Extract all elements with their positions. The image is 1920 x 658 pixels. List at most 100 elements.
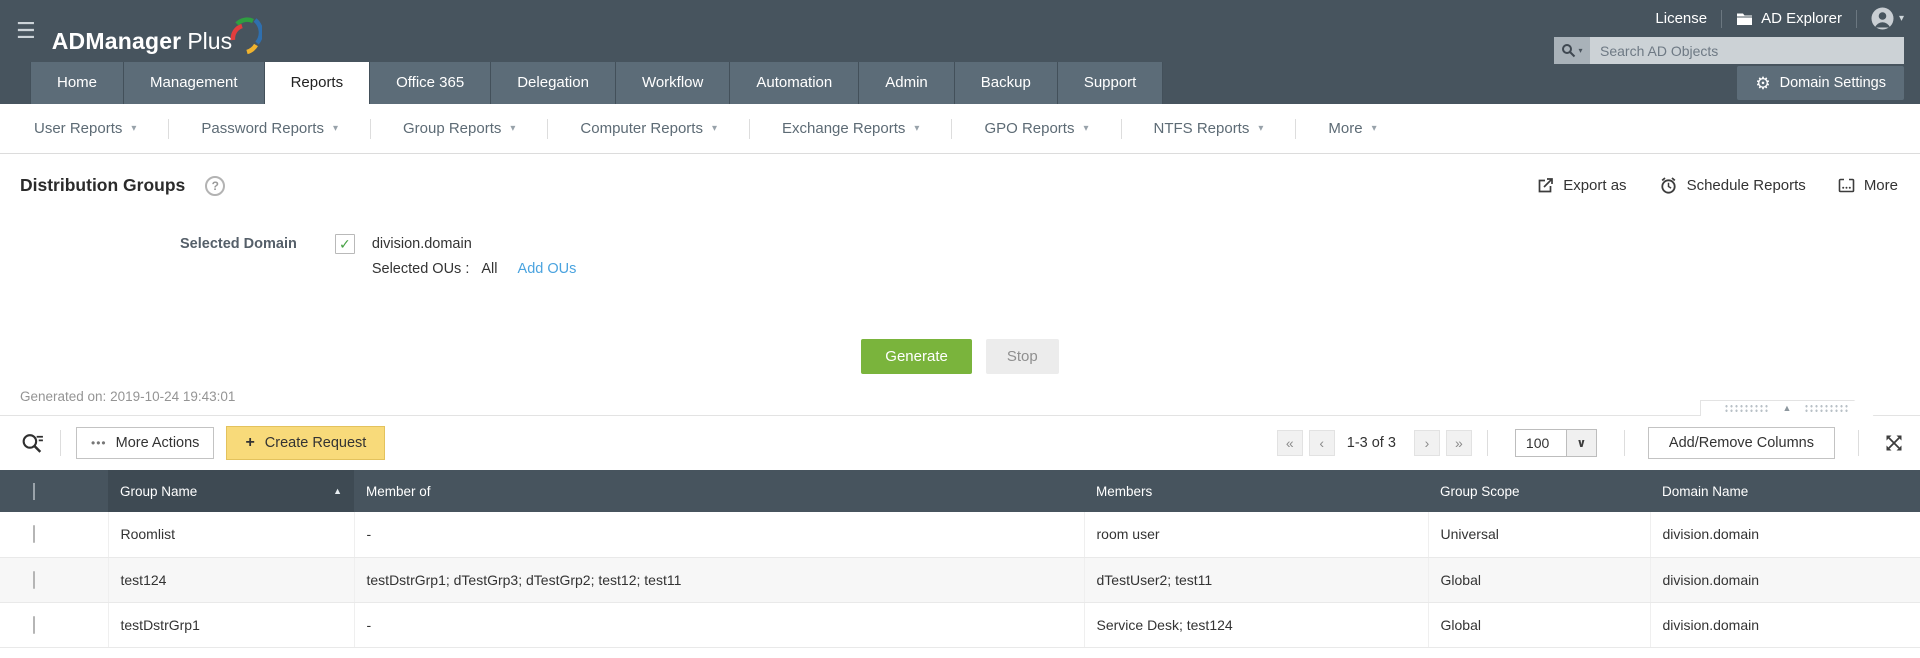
cell-group-scope: Global — [1428, 557, 1650, 602]
table-row[interactable]: testDstrGrp1 - Service Desk; test124 Glo… — [0, 602, 1920, 647]
subnav-group-reports[interactable]: Group Reports ▾ — [371, 120, 547, 137]
chevron-down-icon: ∨ — [1567, 429, 1597, 457]
logo-swirl-icon — [226, 13, 262, 55]
first-page-button[interactable]: « — [1277, 430, 1303, 456]
chevron-down-icon: ▾ — [1578, 46, 1582, 55]
more-menu-button[interactable]: More — [1838, 177, 1898, 194]
header-select-all — [0, 470, 108, 512]
cell-group-name: testDstrGrp1 — [108, 602, 354, 647]
ellipsis-icon: ••• — [91, 436, 107, 450]
tab-office-365[interactable]: Office 365 — [370, 62, 491, 104]
subnav-exchange-reports[interactable]: Exchange Reports ▾ — [750, 120, 951, 137]
row-checkbox[interactable] — [33, 571, 35, 589]
search-input[interactable] — [1590, 37, 1904, 64]
tab-workflow[interactable]: Workflow — [616, 62, 730, 104]
header-group-scope[interactable]: Group Scope — [1428, 470, 1650, 512]
app-header: ☰ ADManager Plus License AD Explorer — [0, 0, 1920, 104]
user-menu[interactable]: ▾ — [1871, 7, 1904, 30]
export-as-button[interactable]: Export as — [1537, 177, 1626, 194]
page-size-select[interactable]: 100 ∨ — [1515, 429, 1597, 457]
report-actions: Export as Schedule Reports More — [1537, 176, 1898, 195]
header-group-name[interactable]: Group Name ▲ — [108, 470, 354, 512]
generate-button[interactable]: Generate — [861, 339, 972, 374]
domain-name: division.domain — [372, 234, 577, 255]
chevron-down-icon: ▾ — [333, 123, 338, 134]
last-page-button[interactable]: » — [1446, 430, 1472, 456]
domain-filter: Selected Domain ✓ division.domain Select… — [0, 196, 1920, 277]
subnav-gpo-reports[interactable]: GPO Reports ▾ — [952, 120, 1120, 137]
header-members[interactable]: Members — [1084, 470, 1428, 512]
selected-ous-value: All — [481, 261, 497, 277]
divider — [1624, 430, 1625, 456]
row-checkbox[interactable] — [33, 525, 35, 543]
license-link[interactable]: License — [1655, 10, 1707, 27]
search-scope-button[interactable]: ▾ — [1554, 37, 1590, 64]
domain-settings-button[interactable]: ⚙ Domain Settings — [1737, 66, 1904, 100]
tab-delegation[interactable]: Delegation — [491, 62, 616, 104]
select-all-checkbox[interactable] — [33, 483, 35, 500]
cell-member-of: - — [354, 602, 1084, 647]
table-search-icon[interactable] — [20, 431, 45, 456]
expand-arrows-icon — [1884, 433, 1904, 453]
tab-backup[interactable]: Backup — [955, 62, 1058, 104]
drag-dots-icon — [1724, 404, 1770, 413]
cell-domain-name: division.domain — [1650, 512, 1920, 557]
cell-member-of: testDstrGrp1; dTestGrp3; dTestGrp2; test… — [354, 557, 1084, 602]
tab-automation[interactable]: Automation — [730, 62, 859, 104]
schedule-reports-label: Schedule Reports — [1687, 177, 1806, 194]
table-row[interactable]: Roomlist - room user Universal division.… — [0, 512, 1920, 557]
chevron-down-icon: ▾ — [1258, 123, 1263, 134]
create-request-button[interactable]: + Create Request — [226, 426, 385, 460]
chevron-down-icon: ▾ — [131, 123, 136, 134]
tab-reports[interactable]: Reports — [265, 62, 371, 104]
row-checkbox[interactable] — [33, 616, 35, 634]
collapse-panel-handle[interactable]: ▲ — [1700, 400, 1874, 416]
distribution-groups-table: Group Name ▲ Member of Members Group Sco… — [0, 470, 1920, 648]
cell-members: dTestUser2; test11 — [1084, 557, 1428, 602]
table-row[interactable]: test124 testDstrGrp1; dTestGrp3; dTestGr… — [0, 557, 1920, 602]
add-remove-columns-button[interactable]: Add/Remove Columns — [1648, 427, 1835, 459]
cell-domain-name: division.domain — [1650, 557, 1920, 602]
chevron-down-icon: ▾ — [712, 123, 717, 134]
subnav-user-reports[interactable]: User Reports ▾ — [34, 120, 168, 137]
previous-page-button[interactable]: ‹ — [1309, 430, 1335, 456]
add-ous-link[interactable]: Add OUs — [518, 261, 577, 277]
header-label: Domain Name — [1662, 484, 1748, 499]
more-list-icon — [1838, 178, 1855, 193]
divider — [60, 430, 61, 456]
header-label: Member of — [366, 484, 431, 499]
subnav-password-reports[interactable]: Password Reports ▾ — [169, 120, 370, 137]
main-nav: Home Management Reports Office 365 Deleg… — [0, 62, 1920, 104]
cell-members: Service Desk; test124 — [1084, 602, 1428, 647]
tab-admin[interactable]: Admin — [859, 62, 955, 104]
generated-on-status: Generated on: 2019-10-24 19:43:01 — [20, 389, 1920, 404]
reports-subnav: User Reports ▾ Password Reports ▾ Group … — [0, 104, 1920, 154]
subnav-label: Exchange Reports — [782, 120, 905, 137]
subnav-more[interactable]: More ▾ — [1296, 120, 1408, 137]
cell-group-name: Roomlist — [108, 512, 354, 557]
report-grid: ▲ ••• More Actions + Create Request « ‹ … — [0, 415, 1920, 648]
ad-explorer-link[interactable]: AD Explorer — [1736, 10, 1842, 27]
domain-checkbox[interactable]: ✓ — [335, 234, 355, 254]
subnav-label: Password Reports — [201, 120, 324, 137]
header-domain-name[interactable]: Domain Name — [1650, 470, 1920, 512]
hamburger-menu-icon[interactable]: ☰ — [16, 18, 36, 44]
tab-home[interactable]: Home — [30, 62, 124, 104]
more-actions-button[interactable]: ••• More Actions — [76, 427, 214, 459]
ad-explorer-label: AD Explorer — [1761, 10, 1842, 27]
chevron-down-icon: ▾ — [1899, 13, 1904, 24]
stop-button[interactable]: Stop — [986, 339, 1059, 374]
help-icon[interactable]: ? — [205, 176, 225, 196]
schedule-reports-button[interactable]: Schedule Reports — [1659, 176, 1806, 195]
grid-toolbar: ••• More Actions + Create Request « ‹ 1-… — [0, 416, 1920, 470]
next-page-button[interactable]: › — [1414, 430, 1440, 456]
tab-support[interactable]: Support — [1058, 62, 1164, 104]
header-member-of[interactable]: Member of — [354, 470, 1084, 512]
fullscreen-toggle-button[interactable] — [1884, 433, 1904, 453]
tab-management[interactable]: Management — [124, 62, 265, 104]
subnav-ntfs-reports[interactable]: NTFS Reports ▾ — [1122, 120, 1296, 137]
selected-ous-row: Selected OUs : All Add OUs — [372, 261, 577, 277]
header-label: Group Name — [120, 484, 197, 499]
subnav-computer-reports[interactable]: Computer Reports ▾ — [548, 120, 749, 137]
divider — [1721, 10, 1722, 28]
